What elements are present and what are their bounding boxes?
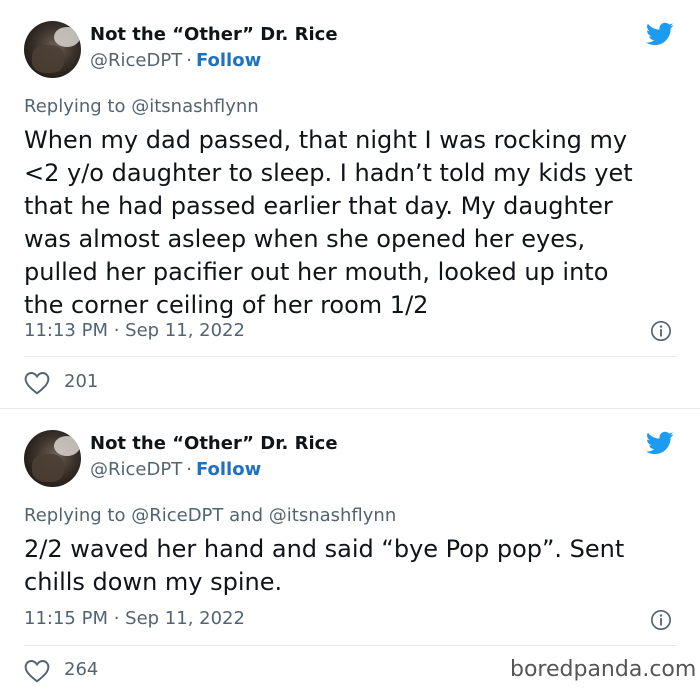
follow-button[interactable]: Follow [196,459,261,480]
tweet-text-line: that he had passed earlier that day. My … [24,192,613,220]
watermark: boredpanda.com [510,657,697,682]
tweet-card: Not the “Other” Dr. Rice @RiceDPT · Follow… [0,0,700,408]
author-handle[interactable]: @RiceDPT [90,50,182,71]
info-icon[interactable] [650,320,672,342]
tweet-text-line: When my dad passed, that night I was roc… [24,126,628,154]
tweet-text-line: 2/2 waved her hand and said “bye Pop pop… [24,535,625,563]
tweet-text-line: was almost asleep when she opened her ey… [24,225,586,253]
divider [24,645,676,646]
heart-icon[interactable] [24,371,50,395]
handle-row: @RiceDPT · Follow [90,459,261,480]
reply-mention[interactable]: @RiceDPT [131,505,223,526]
tweet-text-line: pulled her pacifier out her mouth, looke… [24,258,609,286]
reply-prefix: Replying to [24,505,126,526]
reply-context: Replying to @itsnashflynn [24,96,259,117]
like-count: 201 [64,371,99,392]
author-name[interactable]: Not the “Other” Dr. Rice [90,433,338,454]
tweet-timestamp[interactable]: 11:15 PM · Sep 11, 2022 [24,608,245,629]
avatar[interactable] [24,21,81,78]
tweet-text-line: <2 y/o daughter to sleep. I hadn’t told … [24,159,633,187]
tweet-timestamp[interactable]: 11:13 PM · Sep 11, 2022 [24,320,245,341]
avatar[interactable] [24,430,81,487]
follow-button[interactable]: Follow [196,50,261,71]
like-count: 264 [64,659,99,680]
twitter-bird-icon[interactable] [644,20,676,48]
reply-and: and [229,505,264,526]
tweet-text-line: the corner ceiling of her room 1/2 [24,291,429,319]
reply-mention[interactable]: @itsnashflynn [131,96,258,117]
reply-prefix: Replying to [24,96,126,117]
separator: · [186,50,192,71]
twitter-bird-icon[interactable] [644,429,676,457]
tweet-card: Not the “Other” Dr. Rice @RiceDPT · Follow… [0,409,700,697]
tweet-text: 2/2 waved her hand and said “bye Pop pop… [24,533,684,599]
heart-icon[interactable] [24,659,50,683]
reply-mention[interactable]: @itsnashflynn [269,505,396,526]
handle-row: @RiceDPT · Follow [90,50,261,71]
divider [24,356,676,357]
tweet-text-line: chills down my spine. [24,568,283,596]
separator: · [186,459,192,480]
tweet-text: When my dad passed, that night I was roc… [24,124,684,322]
reply-context: Replying to @RiceDPT and @itsnashflynn [24,505,396,526]
author-handle[interactable]: @RiceDPT [90,459,182,480]
author-name[interactable]: Not the “Other” Dr. Rice [90,24,338,45]
info-icon[interactable] [650,609,672,631]
